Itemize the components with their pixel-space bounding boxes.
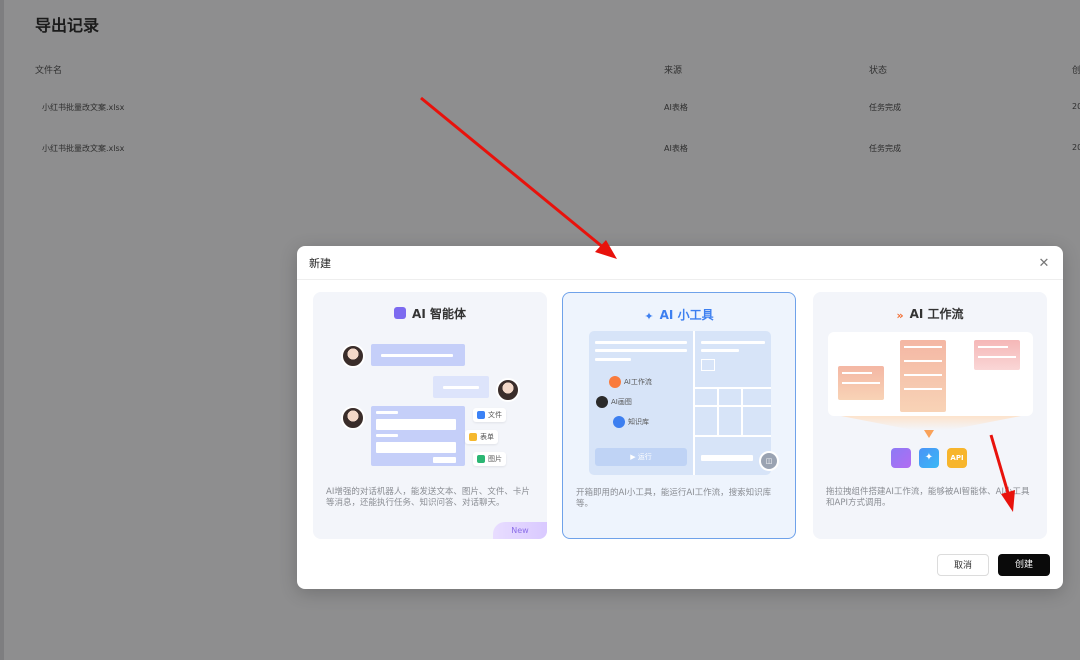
double-chevron-icon: » [896, 309, 904, 322]
robot-icon [394, 307, 407, 319]
arrow-down-icon [924, 430, 934, 438]
card-description: AI增强的对话机器人，能发送文本、图片、文件、卡片等消息，还能执行任务、知识问答… [326, 487, 530, 508]
folder-icon [477, 411, 485, 419]
sparkle-icon: ✦ [644, 310, 654, 323]
card-title-text: AI 智能体 [412, 307, 466, 321]
dialog-divider [297, 279, 1063, 280]
api-icon: API [947, 448, 967, 468]
form-chip: 表单 [465, 430, 498, 444]
chat-bubble [371, 344, 465, 366]
card-title-text: AI 工作流 [909, 307, 964, 321]
tool-label: 知识库 [628, 418, 649, 426]
tool-knowledge-base: 知识库 [613, 415, 649, 429]
row-source: AI表格 [664, 103, 688, 112]
chip-label: 图片 [488, 455, 502, 463]
workflow-canvas [828, 332, 1033, 416]
card-description: 拖拉拽组件搭建AI工作流，能够被AI智能体、AI小工具和API方式调用。 [826, 487, 1030, 508]
card-description: 开箱即用的AI小工具，能运行AI工作流，搜索知识库等。 [576, 488, 772, 509]
card-ai-tool[interactable]: ✦ AI 小工具 ▶ 运行 ◫ AI工作流 AI画图 知识库 开箱即用的AI小工具… [562, 292, 796, 539]
chat-bubble [433, 376, 489, 398]
card-title: ✦ AI 小工具 [563, 306, 795, 323]
image-chip: 图片 [473, 452, 506, 466]
new-dialog: 新建 ✕ AI 智能体 文件 表单 图片 AI增强的对话机器人，能发送文本、图片… [297, 246, 1063, 589]
image-icon [477, 455, 485, 463]
row-created: 20 [1072, 143, 1080, 152]
tool-workflow: AI工作流 [609, 375, 652, 389]
card-ai-agent[interactable]: AI 智能体 文件 表单 图片 AI增强的对话机器人，能发送文本、图片、文件、卡… [313, 292, 547, 539]
robot-icon [891, 448, 911, 468]
tool-ai-draw: AI画图 [596, 395, 632, 409]
column-header-source: 来源 [664, 66, 683, 76]
dialog-title: 新建 [309, 257, 331, 270]
chip-label: 文件 [488, 411, 502, 419]
workflow-icon [609, 376, 621, 388]
avatar [341, 406, 365, 430]
column-header-status: 状态 [869, 66, 888, 76]
card-title: AI 智能体 [313, 305, 547, 322]
form-icon [469, 433, 477, 441]
new-badge: New [493, 522, 547, 539]
paint-icon [596, 396, 608, 408]
row-status: 任务完成 [869, 144, 901, 153]
tool-label: AI工作流 [624, 378, 652, 386]
sparkle-icon: ✦ [919, 448, 939, 468]
create-button[interactable]: 创建 [998, 554, 1050, 576]
flow-node [838, 366, 884, 400]
funnel-shape [841, 416, 1021, 430]
avatar [341, 344, 365, 368]
cancel-button[interactable]: 取消 [937, 554, 989, 576]
row-filename: 小红书批量改文案.xlsx [42, 103, 125, 112]
row-status: 任务完成 [869, 103, 901, 112]
close-icon[interactable]: ✕ [1037, 257, 1051, 271]
column-header-created: 创 [1072, 66, 1080, 76]
flow-node [974, 340, 1020, 370]
avatar [496, 378, 520, 402]
row-filename: 小红书批量改文案.xlsx [42, 144, 125, 153]
page-title: 导出记录 [35, 16, 100, 35]
image-gen-icon: ◫ [759, 451, 779, 471]
card-title: » AI 工作流 [813, 305, 1047, 322]
left-sidebar-edge [0, 0, 4, 660]
book-icon [613, 416, 625, 428]
run-button: ▶ 运行 [595, 448, 687, 466]
card-title-text: AI 小工具 [659, 308, 714, 322]
run-label: 运行 [637, 453, 652, 461]
chip-label: 表单 [480, 433, 494, 441]
card-ai-workflow[interactable]: » AI 工作流 ✦ API 拖拉拽组件搭建AI工作流，能够被AI智能体、AI小工… [813, 292, 1047, 539]
column-header-filename: 文件名 [35, 66, 63, 76]
row-created: 20 [1072, 102, 1080, 111]
card-message [371, 406, 465, 466]
tool-label: AI画图 [611, 398, 632, 406]
file-chip: 文件 [473, 408, 506, 422]
flow-node [900, 340, 946, 412]
row-source: AI表格 [664, 144, 688, 153]
